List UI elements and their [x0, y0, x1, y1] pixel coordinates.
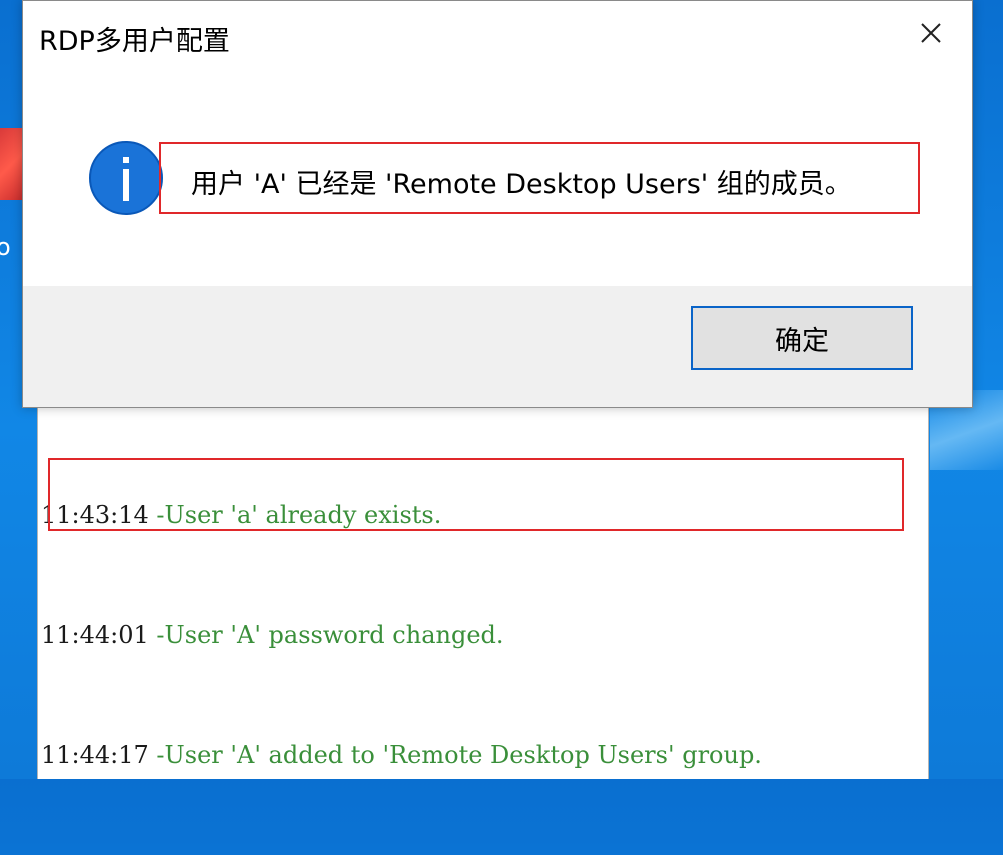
log-message: -User 'A' password changed.	[148, 621, 504, 649]
log-window: 11:43:14 -User 'a' already exists. 11:44…	[37, 395, 929, 779]
dialog-title: RDP多用户配置	[39, 26, 230, 57]
log-line: 11:44:01 -User 'A' password changed.	[41, 615, 762, 655]
info-icon	[89, 141, 163, 215]
log-timestamp: 11:44:01	[41, 621, 149, 649]
log-annotation-box	[48, 458, 904, 531]
dialog-message: 用户 'A' 已经是 'Remote Desktop Users' 组的成员。	[191, 169, 852, 200]
ok-button[interactable]: 确定	[691, 306, 913, 370]
close-icon	[921, 23, 941, 43]
log-timestamp: 11:44:17	[41, 741, 149, 769]
log-message: -User 'A' added to 'Remote Desktop Users…	[148, 741, 762, 769]
close-button[interactable]	[901, 5, 961, 61]
dialog-footer: 确定	[23, 286, 972, 407]
desktop-icon-label: o	[0, 233, 11, 261]
message-dialog: RDP多用户配置 用户 'A' 已经是 'Remote Desktop User…	[22, 0, 973, 408]
log-line: 11:44:17 -User 'A' added to 'Remote Desk…	[41, 735, 762, 775]
